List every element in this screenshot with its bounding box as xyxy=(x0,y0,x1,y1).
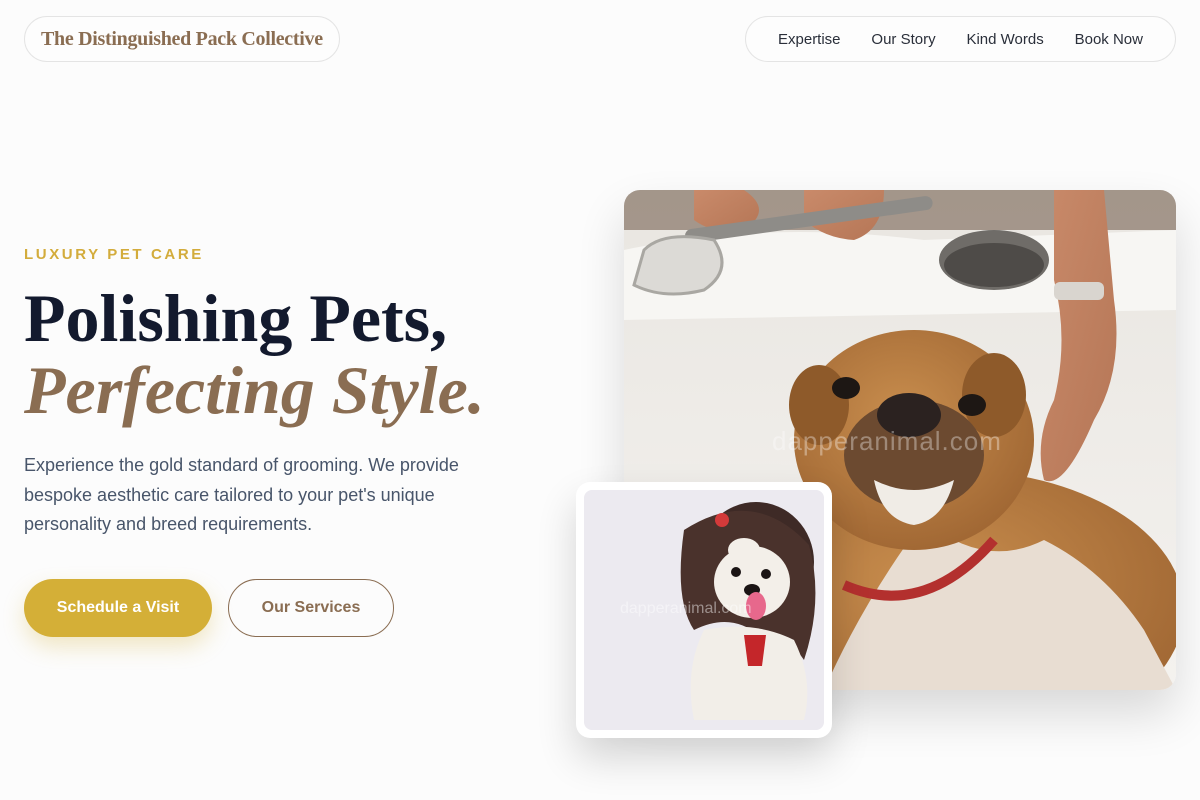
headline-line-1: Polishing Pets, xyxy=(24,280,448,356)
main-nav: Expertise Our Story Kind Words Book Now xyxy=(745,16,1176,62)
nav-link-our-story[interactable]: Our Story xyxy=(871,31,935,48)
nav-link-expertise[interactable]: Expertise xyxy=(778,31,841,48)
nav-link-book-now[interactable]: Book Now xyxy=(1075,31,1143,48)
hero-eyebrow: LUXURY PET CARE xyxy=(24,246,204,263)
brand-logo[interactable]: The Distinguished Pack Collective xyxy=(24,16,340,62)
hero-description: Experience the gold standard of grooming… xyxy=(24,455,459,534)
nav-link-kind-words[interactable]: Kind Words xyxy=(966,31,1043,48)
schedule-visit-button[interactable]: Schedule a Visit xyxy=(24,579,212,637)
our-services-button[interactable]: Our Services xyxy=(228,579,394,637)
inset-photo-watermark: dapperanimal.com xyxy=(620,600,752,617)
hero-inset-photo: dapperanimal.com xyxy=(576,482,832,738)
main-photo-watermark: dapperanimal.com xyxy=(772,426,1002,456)
hero-headline: Polishing Pets, Perfecting Style. xyxy=(24,282,485,426)
brand-name: The Distinguished Pack Collective xyxy=(41,27,323,50)
inset-photo-frame: dapperanimal.com xyxy=(584,490,824,730)
headline-line-2: Perfecting Style. xyxy=(24,352,485,428)
